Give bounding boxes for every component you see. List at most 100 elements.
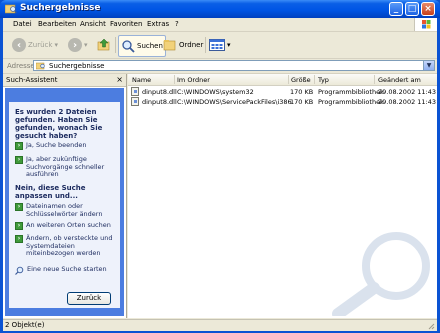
search-assistant-pane: Such-Assistent × Es wurden 2 Dateien gef…	[3, 74, 127, 318]
option-label: Ja, Suche beenden	[26, 141, 87, 149]
toolbar: ‹ Zurück ▾ › ▾ Suchen Ordner ▾	[3, 32, 437, 59]
file-name: dinput8.dll	[142, 98, 177, 106]
green-arrow-icon: ›	[15, 235, 23, 243]
up-folder-icon	[97, 38, 110, 51]
green-arrow-icon: ›	[15, 142, 23, 150]
search-label: Suchen	[137, 42, 163, 50]
menu-bearbeiten[interactable]: Bearbeiten	[38, 20, 76, 28]
search-icon	[122, 40, 135, 53]
option-new-search[interactable]: Eine neue Suche starten	[15, 265, 115, 275]
maximize-button[interactable]: □	[405, 2, 419, 16]
assistant-question: Es wurden 2 Dateien gefunden. Haben Sie …	[15, 108, 103, 140]
column-modified[interactable]: Geändert am	[378, 76, 421, 84]
title-bar[interactable]: Suchergebnisse _ □ ×	[0, 0, 440, 18]
windows-logo-icon	[414, 18, 437, 31]
file-folder: C:\WINDOWS\ServicePackFiles\i386	[177, 98, 292, 106]
address-field[interactable]: Suchergebnisse ▼	[33, 60, 435, 71]
option-label: Ja, aber zukünftige Suchvorgänge schnell…	[26, 155, 105, 178]
option-hidden-files[interactable]: › Ändern, ob versteckte und Systemdateie…	[15, 234, 115, 258]
forward-dropdown-icon[interactable]: ▾	[84, 41, 88, 49]
forward-arrow-icon: ›	[68, 38, 82, 52]
file-size: 170 KB	[290, 88, 314, 96]
dll-file-icon	[131, 87, 139, 96]
menu-ansicht[interactable]: Ansicht	[80, 20, 106, 28]
column-divider[interactable]	[374, 75, 375, 84]
folders-icon	[163, 40, 176, 51]
search-button[interactable]: Suchen	[118, 35, 166, 57]
back-label: Zurück	[28, 41, 53, 49]
minimize-icon: _	[393, 4, 399, 14]
explorer-window: Suchergebnisse _ □ × Datei Bearbeiten An…	[0, 0, 440, 333]
window-title: Suchergebnisse	[20, 3, 101, 13]
file-name: dinput8.dll	[142, 88, 177, 96]
column-name[interactable]: Name	[132, 76, 151, 84]
column-divider[interactable]	[174, 75, 175, 84]
assistant-frame: Es wurden 2 Dateien gefunden. Haben Sie …	[5, 88, 124, 316]
search-folder-icon	[36, 62, 45, 70]
table-row[interactable]: dinput8.dll C:\WINDOWS\system32 170 KB P…	[128, 87, 437, 97]
dll-file-icon	[131, 97, 139, 106]
option-change-keywords[interactable]: › Dateinamen oder Schlüsselwörter ändern	[15, 202, 115, 218]
file-modified: 29.08.2002 11:43	[378, 88, 437, 96]
pane-close-icon[interactable]: ×	[116, 75, 123, 84]
menu-extras[interactable]: Extras	[147, 20, 169, 28]
address-bar: Adresse Suchergebnisse ▼	[3, 59, 437, 74]
file-modified: 29.08.2002 11:43	[378, 98, 437, 106]
option-label: Eine neue Suche starten	[27, 265, 107, 273]
assistant-back-button[interactable]: Zurück	[67, 292, 111, 305]
search-folder-icon	[5, 4, 17, 14]
views-button[interactable]: ▾	[209, 35, 231, 55]
address-value: Suchergebnisse	[49, 62, 105, 70]
column-size[interactable]: Größe	[291, 76, 311, 84]
resize-grip-icon[interactable]	[427, 322, 435, 330]
pane-header: Such-Assistent ×	[3, 74, 126, 87]
close-button[interactable]: ×	[421, 2, 435, 16]
views-dropdown-icon[interactable]: ▾	[227, 41, 231, 49]
address-dropdown-icon[interactable]: ▼	[423, 61, 434, 70]
list-header: Name Im Ordner Größe Typ Geändert am	[128, 74, 437, 86]
close-icon: ×	[424, 4, 432, 14]
menu-help[interactable]: ?	[175, 20, 179, 28]
window-client: Datei Bearbeiten Ansicht Favoriten Extra…	[3, 18, 437, 331]
magnifier-watermark-icon	[332, 232, 430, 316]
green-arrow-icon: ›	[15, 156, 23, 164]
status-bar: 2 Objekt(e)	[3, 319, 437, 331]
option-more-locations[interactable]: › An weiteren Orten suchen	[15, 221, 115, 230]
menu-datei[interactable]: Datei	[13, 20, 32, 28]
file-size: 170 KB	[290, 98, 314, 106]
option-label: Ändern, ob versteckte und Systemdateien …	[26, 234, 113, 257]
maximize-icon: □	[407, 4, 417, 14]
assistant-dog-icon	[5, 88, 124, 102]
file-type: Programmbibliothek	[318, 88, 384, 96]
up-folder-button[interactable]	[97, 35, 111, 55]
option-label: An weiteren Orten suchen	[26, 221, 111, 229]
forward-button[interactable]: › ▾	[68, 35, 88, 55]
search-icon	[15, 266, 24, 275]
back-dropdown-icon[interactable]: ▾	[54, 41, 58, 49]
folders-label: Ordner	[179, 41, 204, 49]
assistant-body: Es wurden 2 Dateien gefunden. Haben Sie …	[9, 102, 120, 308]
file-type: Programmbibliothek	[318, 98, 384, 106]
option-faster-search[interactable]: › Ja, aber zukünftige Suchvorgänge schne…	[15, 155, 115, 179]
toolbar-separator	[205, 37, 206, 53]
folders-button[interactable]: Ordner	[163, 35, 203, 55]
pane-title: Such-Assistent	[6, 76, 58, 84]
table-row[interactable]: dinput8.dll C:\WINDOWS\ServicePackFiles\…	[128, 97, 437, 107]
back-button[interactable]: ‹ Zurück ▾	[12, 35, 58, 55]
column-divider[interactable]	[288, 75, 289, 84]
address-label: Adresse	[7, 62, 35, 70]
refine-heading: Nein, diese Suche anpassen und...	[15, 184, 86, 200]
column-folder[interactable]: Im Ordner	[177, 76, 210, 84]
results-list: Name Im Ordner Größe Typ Geändert am din…	[128, 74, 437, 318]
menu-bar: Datei Bearbeiten Ansicht Favoriten Extra…	[3, 18, 437, 32]
back-arrow-icon: ‹	[12, 38, 26, 52]
minimize-button[interactable]: _	[389, 2, 403, 16]
menu-favoriten[interactable]: Favoriten	[110, 20, 142, 28]
file-folder: C:\WINDOWS\system32	[177, 88, 254, 96]
column-divider[interactable]	[314, 75, 315, 84]
green-arrow-icon: ›	[15, 222, 23, 230]
toolbar-separator	[115, 37, 116, 53]
column-type[interactable]: Typ	[318, 76, 329, 84]
status-text: 2 Objekt(e)	[5, 321, 45, 329]
option-stop-search[interactable]: › Ja, Suche beenden	[15, 141, 115, 150]
